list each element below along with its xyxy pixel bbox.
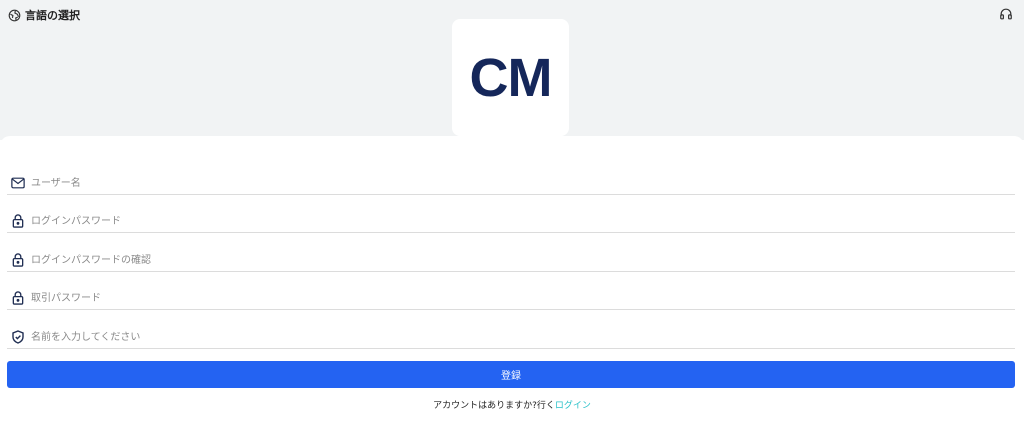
login-prompt-text: アカウントはありますか?行く	[433, 401, 555, 411]
username-field[interactable]	[7, 172, 1015, 195]
lock-icon	[11, 253, 25, 267]
name-input[interactable]	[31, 328, 1015, 346]
username-input[interactable]	[31, 174, 1015, 192]
globe-icon	[8, 9, 21, 22]
trade-password-field[interactable]	[7, 287, 1015, 310]
language-selector-label: 言語の選択	[25, 9, 80, 22]
name-field[interactable]	[7, 326, 1015, 349]
lock-icon	[11, 291, 25, 305]
mail-icon	[11, 176, 25, 190]
login-password-confirm-input[interactable]	[31, 251, 1015, 269]
login-password-confirm-field[interactable]	[7, 249, 1015, 272]
login-password-field[interactable]	[7, 210, 1015, 233]
lock-icon	[11, 214, 25, 228]
login-prompt: アカウントはありますか?行くログイン	[0, 398, 1024, 411]
language-selector[interactable]: 言語の選択	[8, 7, 80, 23]
trade-password-input[interactable]	[31, 289, 1015, 307]
login-password-input[interactable]	[31, 212, 1015, 230]
register-button[interactable]: 登録	[7, 361, 1015, 388]
shield-check-icon	[11, 330, 25, 344]
logo: CM	[452, 19, 569, 136]
login-link[interactable]: ログイン	[555, 401, 591, 411]
logo-text: CM	[469, 47, 553, 108]
headphones-icon[interactable]	[999, 7, 1013, 21]
